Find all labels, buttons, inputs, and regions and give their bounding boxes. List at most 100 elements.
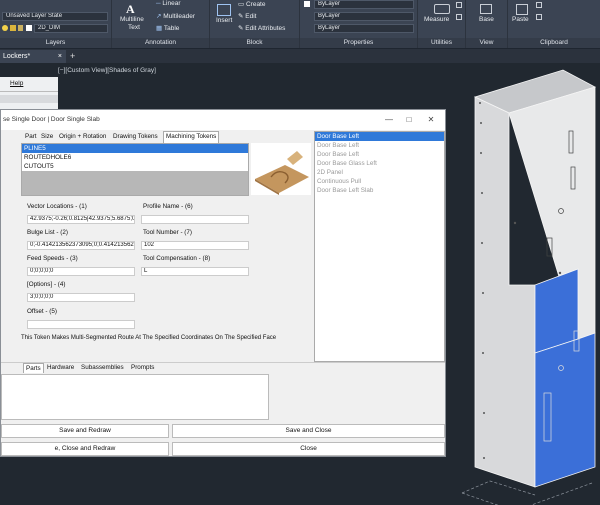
list-item[interactable]: Door Base Left [315, 132, 444, 141]
tab-prompts[interactable]: Prompts [129, 363, 156, 373]
block-panel-label[interactable]: Block [210, 38, 299, 48]
lineweight-combo[interactable]: ByLayer [314, 24, 414, 33]
profile-name-field[interactable] [141, 215, 249, 224]
close-icon[interactable]: × [58, 50, 62, 63]
part-editor-dialog: se Single Door | Door Single Slab — □ ✕ … [0, 109, 446, 457]
measure-label[interactable]: Measure [424, 16, 449, 23]
palette-header [0, 95, 58, 103]
layers-panel-label[interactable]: Layers [0, 38, 111, 48]
list-item[interactable]: PLINE5 [22, 144, 248, 153]
list-item[interactable]: ROUTEDHOLE6 [22, 153, 248, 162]
tool-number-field[interactable]: 102 [141, 241, 249, 250]
paste-label[interactable]: Paste [512, 16, 529, 23]
tab-part[interactable]: Part [23, 132, 39, 142]
linear-dim-icon: ─ [156, 0, 161, 7]
multiline-text-icon[interactable]: A [126, 3, 140, 15]
multiline-text-label[interactable]: Multiline [120, 16, 144, 23]
layer-status-icons[interactable] [2, 24, 32, 33]
vector-locations-field[interactable]: 42.9375;-0.26;0.8125|42.9375;5.6875;0 [27, 215, 135, 224]
create-icon: ▭ [238, 1, 245, 8]
tool-compensation-field[interactable]: L [141, 267, 249, 276]
tab-hardware[interactable]: Hardware [45, 363, 76, 373]
bulge-list-field[interactable]: 0;-0.414213562373095;0;0.41421356237 [27, 241, 135, 250]
list-item[interactable]: Door Base Left [315, 141, 444, 150]
base-label[interactable]: Base [479, 16, 494, 23]
color-combo[interactable]: ByLayer [314, 0, 414, 9]
layer-name-combo[interactable]: 2D_DIM [34, 24, 108, 33]
sun-icon [10, 25, 16, 31]
linetype-combo[interactable]: ByLayer [314, 12, 414, 21]
select-icon[interactable] [456, 14, 462, 20]
list-item[interactable]: Door Base Left [315, 150, 444, 159]
tab-origin-rotation[interactable]: Origin + Rotation [57, 132, 108, 142]
save-and-close-button[interactable]: Save and Close [172, 424, 445, 438]
list-item[interactable]: Door Base Glass Left [315, 159, 444, 168]
token-list[interactable]: PLINE5 ROUTEDHOLE6 CUTOUT5 [21, 143, 249, 196]
vector-locations-label: Vector Locations - (1) [27, 203, 87, 210]
paste-icon[interactable] [516, 4, 528, 15]
copy-icon[interactable] [536, 14, 542, 20]
properties-group: ByLayer ByLayer ByLayer Properties [300, 0, 418, 48]
table-label: Table [163, 25, 180, 32]
tab-machining-tokens[interactable]: Machining Tokens [163, 131, 220, 143]
annotation-panel-label[interactable]: Annotation [112, 38, 209, 48]
cut-icon[interactable] [536, 2, 542, 8]
edit-attributes-button[interactable]: ✎ Edit Attributes [238, 24, 285, 32]
feed-speeds-field[interactable]: 0;0;0;0;0 [27, 267, 135, 276]
offset-field[interactable] [27, 320, 135, 329]
edit-button[interactable]: ✎ Edit [238, 12, 256, 20]
multileader-icon: ↗ [156, 13, 162, 20]
utilities-panel-label[interactable]: Utilities [418, 38, 465, 48]
list-item[interactable]: Door Base Left Slab [315, 186, 444, 195]
ribbon: Unsaved Layer State 2D_DIM Layers A Mult… [0, 0, 600, 48]
tool-compensation-label: Tool Compensation - (8) [143, 255, 211, 262]
tab-parts[interactable]: Parts [23, 363, 44, 373]
save-and-redraw-button[interactable]: Save and Redraw [1, 424, 169, 438]
maximize-icon[interactable]: □ [399, 110, 419, 130]
token-description: This Token Makes Multi-Segmented Route A… [21, 335, 277, 341]
close-icon[interactable]: ✕ [421, 110, 441, 130]
new-tab-button[interactable]: + [70, 50, 80, 62]
view-group: Base View [466, 0, 508, 48]
color-swatch-icon [26, 25, 32, 31]
properties-panel-label[interactable]: Properties [300, 38, 417, 48]
calculator-icon[interactable] [456, 2, 462, 8]
clipboard-panel-label[interactable]: Clipboard [508, 38, 600, 48]
minimize-icon[interactable]: — [379, 110, 399, 130]
list-item[interactable]: Continuous Pull [315, 177, 444, 186]
multileader-label: Multileader [163, 13, 196, 20]
measure-icon[interactable] [434, 4, 450, 14]
insert-icon[interactable] [217, 4, 231, 16]
document-tabs: Lockers* × + [0, 49, 600, 63]
list-item[interactable]: CUTOUT5 [22, 162, 248, 171]
list-item[interactable]: 2D Panel [315, 168, 444, 177]
base-view-icon[interactable] [480, 4, 492, 14]
insert-label[interactable]: Insert [216, 17, 232, 24]
style-list[interactable]: Door Base Left Door Base Left Door Base … [314, 131, 445, 362]
annotation-group: A Multiline Text ─ Linear ↗ Multileader … [112, 0, 210, 48]
linear-dimension-button[interactable]: ─ Linear [156, 0, 181, 7]
table-button[interactable]: ▦ Table [156, 24, 179, 32]
tab-lockers-label: Lockers* [3, 53, 31, 60]
tab-lockers[interactable]: Lockers* × [0, 50, 66, 63]
multileader-button[interactable]: ↗ Multileader [156, 12, 195, 20]
tab-subassemblies[interactable]: Subassemblies [79, 363, 126, 373]
close-and-redraw-button[interactable]: e, Close and Redraw [1, 442, 169, 456]
dialog-title-bar[interactable]: se Single Door | Door Single Slab — □ ✕ [1, 110, 445, 130]
footprint-outline [461, 482, 593, 505]
feed-speeds-label: Feed Speeds - (3) [27, 255, 78, 262]
multiline-text-label-2[interactable]: Text [128, 24, 140, 31]
view-panel-label[interactable]: View [466, 38, 507, 48]
help-menu[interactable]: Help [10, 80, 23, 87]
parts-list-panel[interactable] [1, 374, 269, 420]
create-button[interactable]: ▭ Create [238, 0, 265, 8]
block-group: Insert ▭ Create ✎ Edit ✎ Edit Attributes… [210, 0, 300, 48]
offset-label: Offset - (5) [27, 308, 57, 315]
edit-attributes-label: Edit Attributes [245, 25, 286, 32]
tab-drawing-tokens[interactable]: Drawing Tokens [111, 132, 160, 142]
close-button[interactable]: Close [172, 442, 445, 456]
bulge-list-label: Bulge List - (2) [27, 229, 68, 236]
options-field[interactable]: 3;0;0;0;0 [27, 293, 135, 302]
layer-state-combo[interactable]: Unsaved Layer State [2, 12, 108, 21]
tab-size[interactable]: Size [39, 132, 55, 142]
